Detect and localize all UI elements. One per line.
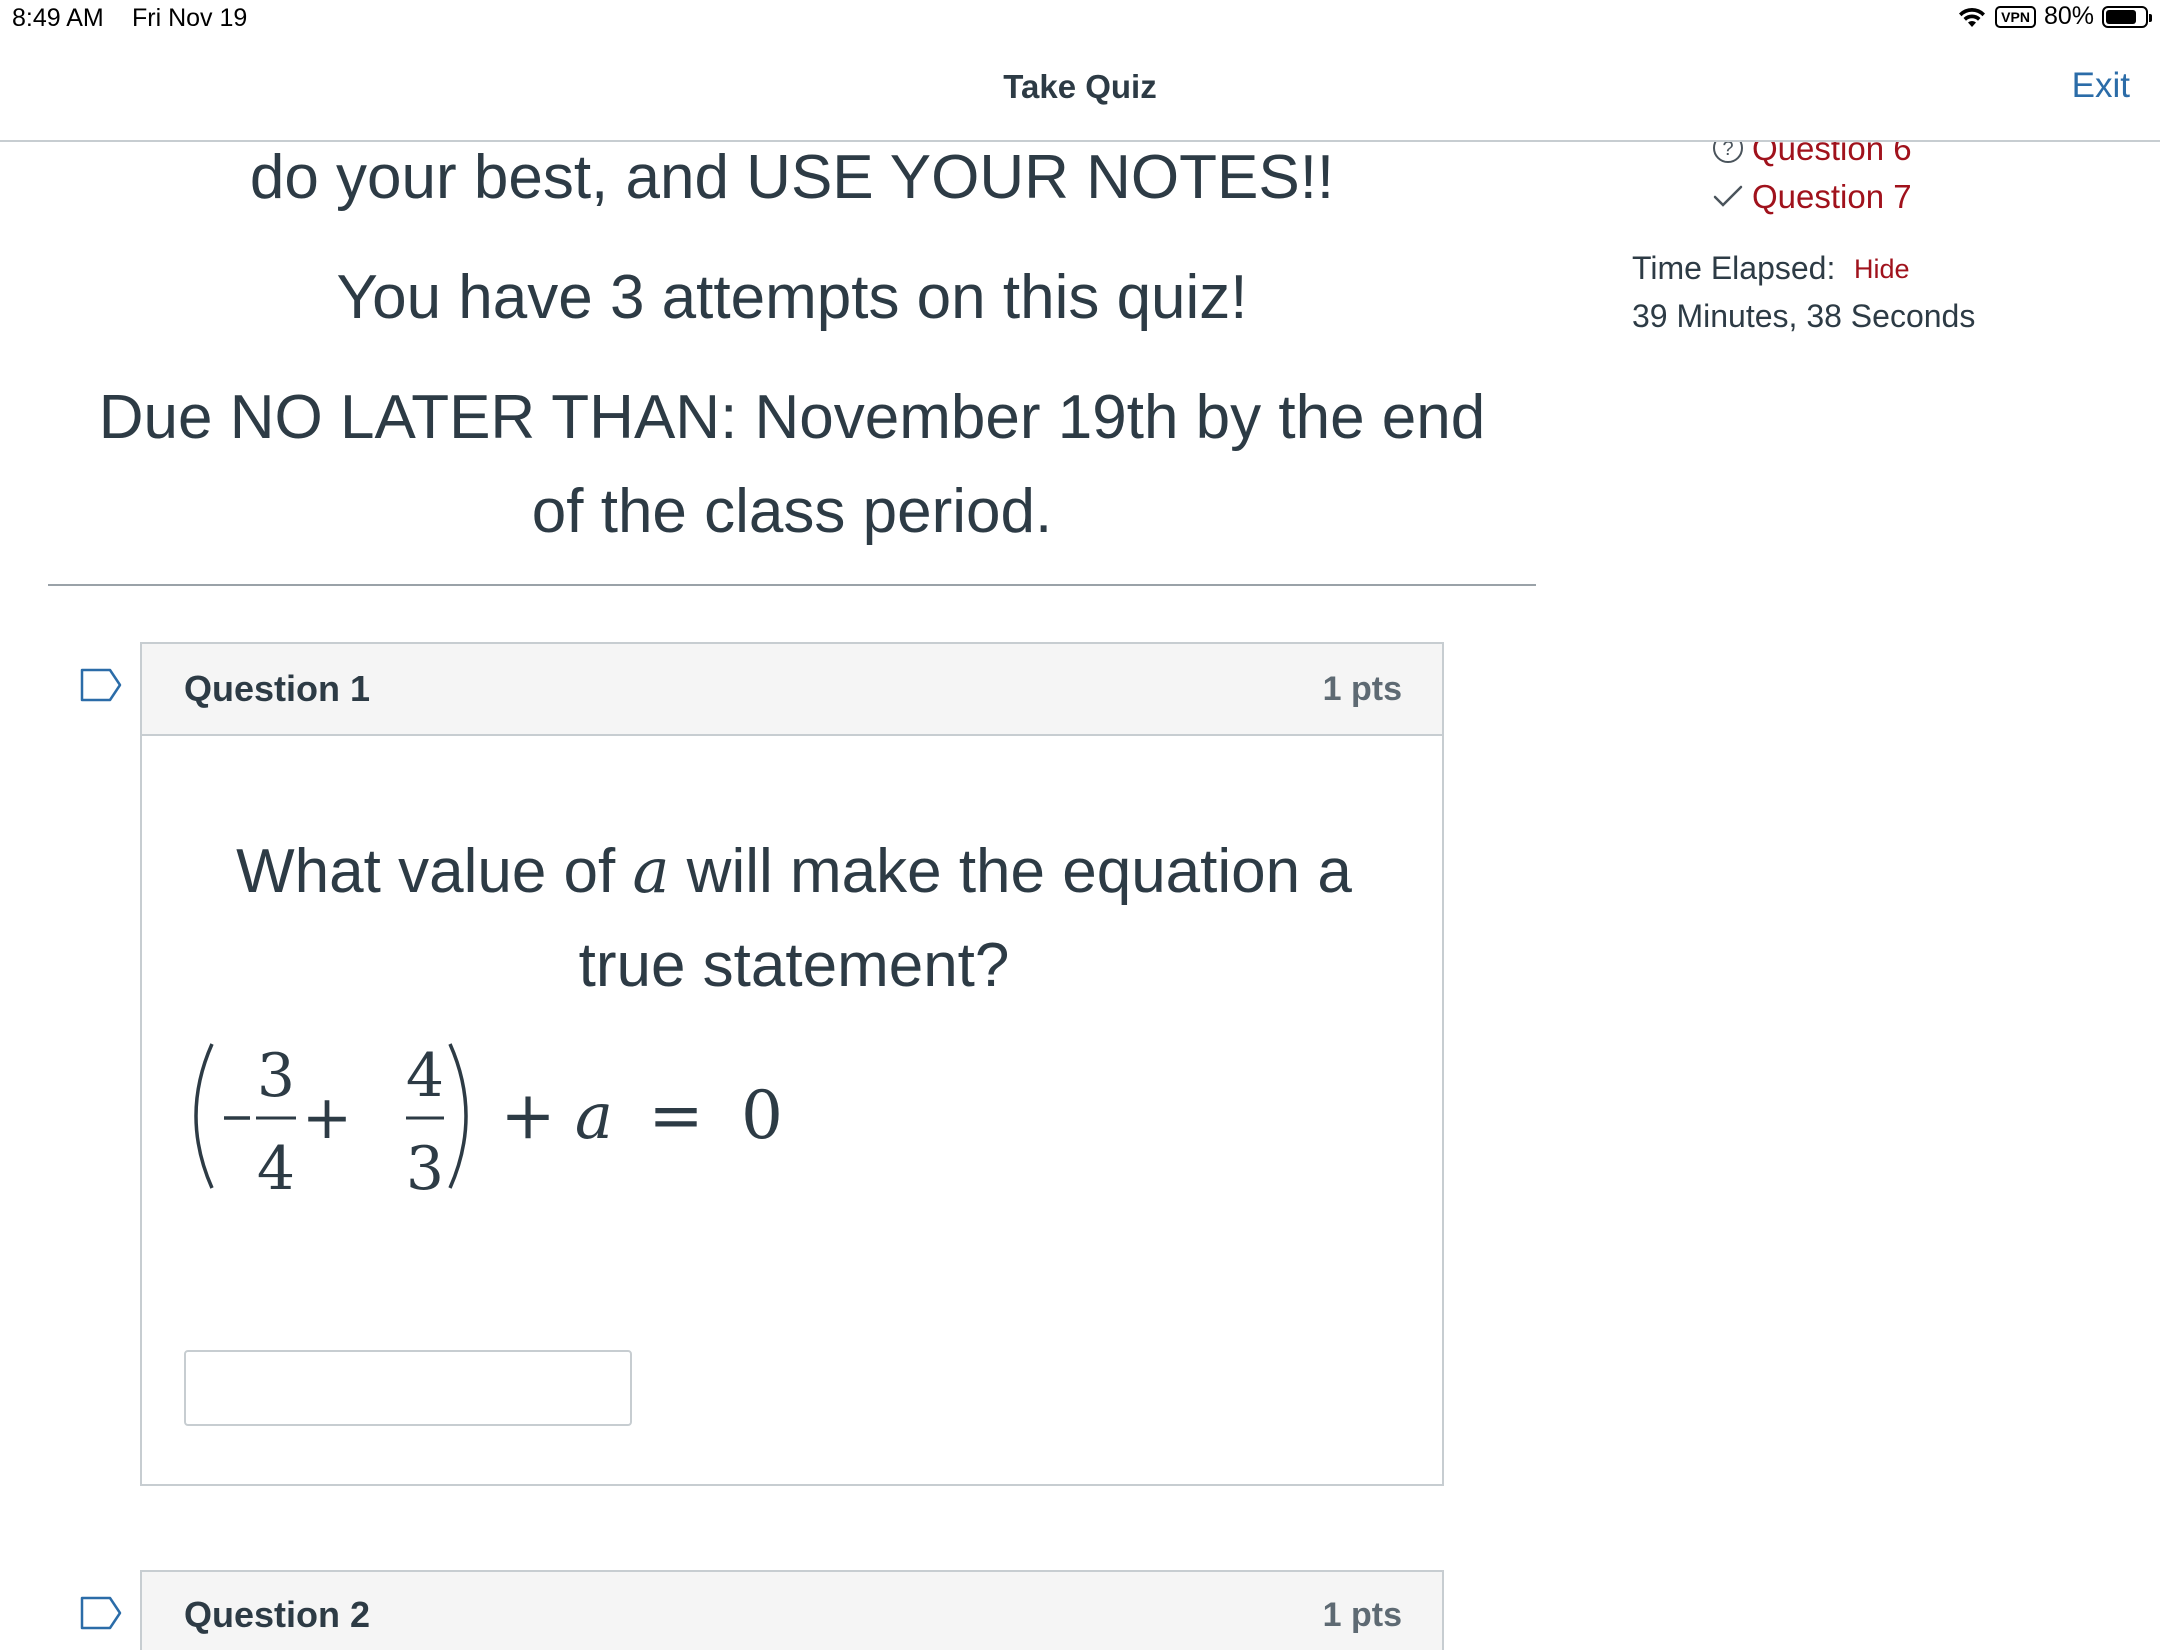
time-elapsed-value: 39 Minutes, 38 Seconds bbox=[1632, 298, 1976, 334]
battery-percent: 80% bbox=[2043, 2, 2094, 30]
plus-sign: + bbox=[302, 1083, 352, 1153]
frac2-denominator: 3 bbox=[406, 1134, 444, 1204]
question-2-card: Question 2 1 pts bbox=[140, 1570, 1444, 1650]
question-2-title: Question 2 bbox=[184, 1594, 371, 1635]
intro-line-attempts: You have 3 attempts on this quiz! bbox=[336, 263, 1248, 332]
right-paren bbox=[448, 1043, 468, 1189]
variable-a: a bbox=[632, 834, 670, 907]
status-indicators: VPN 80% bbox=[1957, 2, 2152, 31]
question-2-points: 1 pts bbox=[1322, 1596, 1402, 1634]
equation-rhs: 0 bbox=[741, 1077, 783, 1154]
hide-timer-link[interactable]: Hide bbox=[1854, 254, 1910, 285]
battery-icon bbox=[2102, 5, 2152, 28]
question-1-points: 1 pts bbox=[1322, 670, 1402, 708]
frac1-numerator: 3 bbox=[257, 1041, 295, 1111]
nav-bar: Take Quiz Exit bbox=[0, 40, 2160, 142]
battery-fill bbox=[2106, 9, 2136, 24]
answer-input[interactable] bbox=[184, 1350, 632, 1426]
page-title: Take Quiz bbox=[1003, 68, 1157, 105]
flag-question-icon[interactable] bbox=[80, 668, 122, 702]
equation-variable: a bbox=[575, 1080, 613, 1154]
question-1-title: Question 1 bbox=[184, 668, 371, 709]
sidebar-question-7[interactable]: Question 7 bbox=[1752, 178, 1912, 216]
flag-question-2-icon[interactable] bbox=[80, 1596, 122, 1630]
intro-line-due: Due NO LATER THAN: November 19th by the … bbox=[98, 383, 1486, 452]
frac1-denominator: 4 bbox=[257, 1134, 295, 1204]
intro-line-notes: do your best, and USE YOUR NOTES!! bbox=[249, 143, 1335, 212]
equals-sign: = bbox=[648, 1077, 703, 1154]
plus-sign-2: + bbox=[500, 1077, 555, 1154]
equation: 3 4 + 4 3 + a = 0 bbox=[194, 1041, 783, 1204]
question-1-header: Question 1 1 pts bbox=[142, 644, 1442, 736]
status-time: 8:49 AM bbox=[12, 4, 104, 32]
intro-line-due-cont: of the class period. bbox=[531, 477, 1053, 546]
time-elapsed-label: Time Elapsed: bbox=[1632, 250, 1836, 286]
left-paren bbox=[194, 1043, 214, 1189]
frac2-numerator: 4 bbox=[406, 1041, 444, 1111]
checkmark-icon bbox=[1713, 185, 1743, 207]
status-date: Fri Nov 19 bbox=[132, 4, 248, 32]
question-1-card: Question 1 1 pts What value of a will ma… bbox=[140, 642, 1444, 1486]
status-bar: 8:49 AM Fri Nov 19 VPN 80% bbox=[0, 0, 2160, 40]
question-1-text: What value of a will make the equation a… bbox=[236, 834, 1352, 1000]
exit-button[interactable]: Exit bbox=[2072, 66, 2130, 106]
vpn-badge: VPN bbox=[1995, 5, 2036, 28]
intro-divider bbox=[48, 584, 1536, 586]
wifi-icon bbox=[1959, 7, 1986, 27]
